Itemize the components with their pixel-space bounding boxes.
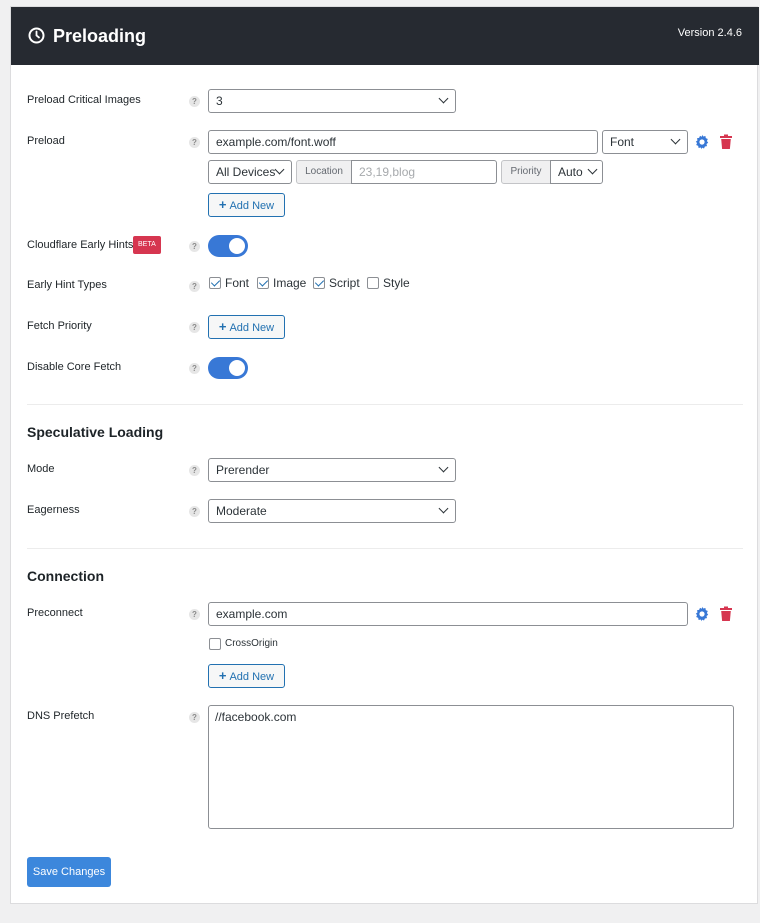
preload-type-select[interactable]: Font [602, 130, 688, 154]
preload-critical-images-label: Preload Critical Images [27, 94, 141, 106]
mode-label: Mode [27, 463, 55, 475]
preload-url-input[interactable]: example.com/font.woff [208, 130, 598, 154]
cloudflare-early-hints-label: Cloudflare Early Hints [27, 239, 134, 251]
early-hint-font-label: Font [225, 276, 250, 290]
save-changes-button[interactable]: Save Changes [27, 857, 111, 887]
disable-core-fetch-toggle[interactable] [208, 357, 248, 379]
beta-badge: BETA [133, 236, 161, 254]
button-label: Add New [229, 200, 275, 212]
toggle-knob [229, 360, 245, 376]
preload-critical-images-select[interactable]: 3 [208, 89, 456, 113]
chevron-down-icon [438, 93, 449, 104]
fetch-priority-add-new-button[interactable]: + Add New [208, 315, 285, 339]
preconnect-add-new-button[interactable]: + Add New [208, 664, 285, 688]
help-icon[interactable]: ? [189, 506, 200, 517]
dns-prefetch-label: DNS Prefetch [27, 710, 95, 722]
help-icon[interactable]: ? [189, 241, 200, 252]
preconnect-label: Preconnect [27, 607, 83, 619]
early-hint-image-label: Image [273, 276, 307, 290]
help-icon[interactable]: ? [189, 137, 200, 148]
chevron-down-icon [274, 164, 285, 175]
plus-icon: + [218, 197, 227, 212]
priority-addon: Priority [501, 160, 551, 184]
priority-select[interactable]: Auto [550, 160, 603, 184]
eagerness-select[interactable]: Moderate [208, 499, 456, 523]
trash-icon[interactable] [718, 606, 734, 622]
early-hint-script-checkbox[interactable] [313, 277, 325, 289]
early-hint-script-label: Script [329, 276, 360, 290]
chevron-down-icon [438, 462, 449, 473]
chevron-down-icon [670, 134, 681, 145]
trash-icon[interactable] [718, 134, 734, 150]
early-hint-font-checkbox[interactable] [209, 277, 221, 289]
section-divider [27, 404, 743, 405]
select-value: Moderate [216, 504, 267, 518]
button-label: Add New [229, 671, 275, 683]
clock-icon [28, 27, 45, 44]
page-title: Preloading [53, 26, 147, 46]
gear-icon[interactable] [694, 134, 710, 150]
plus-icon: + [218, 668, 227, 683]
connection-heading: Connection [27, 568, 104, 584]
speculative-loading-heading: Speculative Loading [27, 424, 164, 440]
help-icon[interactable]: ? [189, 609, 200, 620]
eagerness-label: Eagerness [27, 504, 80, 516]
button-label: Add New [229, 322, 275, 334]
dns-prefetch-textarea[interactable]: //facebook.com [208, 705, 734, 829]
location-input[interactable]: 23,19,blog [351, 160, 497, 184]
help-icon[interactable]: ? [189, 281, 200, 292]
select-value: Auto [558, 165, 583, 179]
select-value: All Devices [216, 165, 276, 179]
preload-add-new-button[interactable]: + Add New [208, 193, 285, 217]
help-icon[interactable]: ? [189, 712, 200, 723]
help-icon[interactable]: ? [189, 96, 200, 107]
disable-core-fetch-label: Disable Core Fetch [27, 361, 122, 373]
gear-icon[interactable] [694, 606, 710, 622]
crossorigin-checkbox[interactable] [209, 638, 221, 650]
section-divider [27, 548, 743, 549]
help-icon[interactable]: ? [189, 322, 200, 333]
location-addon: Location [296, 160, 352, 184]
plus-icon: + [218, 319, 227, 334]
toggle-knob [229, 238, 245, 254]
preload-label: Preload [27, 135, 65, 147]
settings-panel: Preloading Version 2.4.6 Preload Critica… [10, 6, 759, 904]
early-hint-style-label: Style [383, 276, 410, 290]
early-hint-image-checkbox[interactable] [257, 277, 269, 289]
preload-devices-select[interactable]: All Devices [208, 160, 292, 184]
help-icon[interactable]: ? [189, 363, 200, 374]
select-value: 3 [216, 94, 223, 108]
version-label: Version 2.4.6 [677, 27, 742, 39]
crossorigin-label: CrossOrigin [225, 638, 278, 649]
page-header: Preloading Version 2.4.6 [11, 7, 759, 65]
mode-select[interactable]: Prerender [208, 458, 456, 482]
select-value: Prerender [216, 463, 270, 477]
early-hint-types-label: Early Hint Types [27, 279, 107, 291]
help-icon[interactable]: ? [189, 465, 200, 476]
select-value: Font [610, 135, 635, 149]
early-hint-style-checkbox[interactable] [367, 277, 379, 289]
chevron-down-icon [438, 503, 449, 514]
preconnect-input[interactable]: example.com [208, 602, 688, 626]
chevron-down-icon [587, 164, 598, 175]
fetch-priority-label: Fetch Priority [27, 320, 92, 332]
cloudflare-early-hints-toggle[interactable] [208, 235, 248, 257]
